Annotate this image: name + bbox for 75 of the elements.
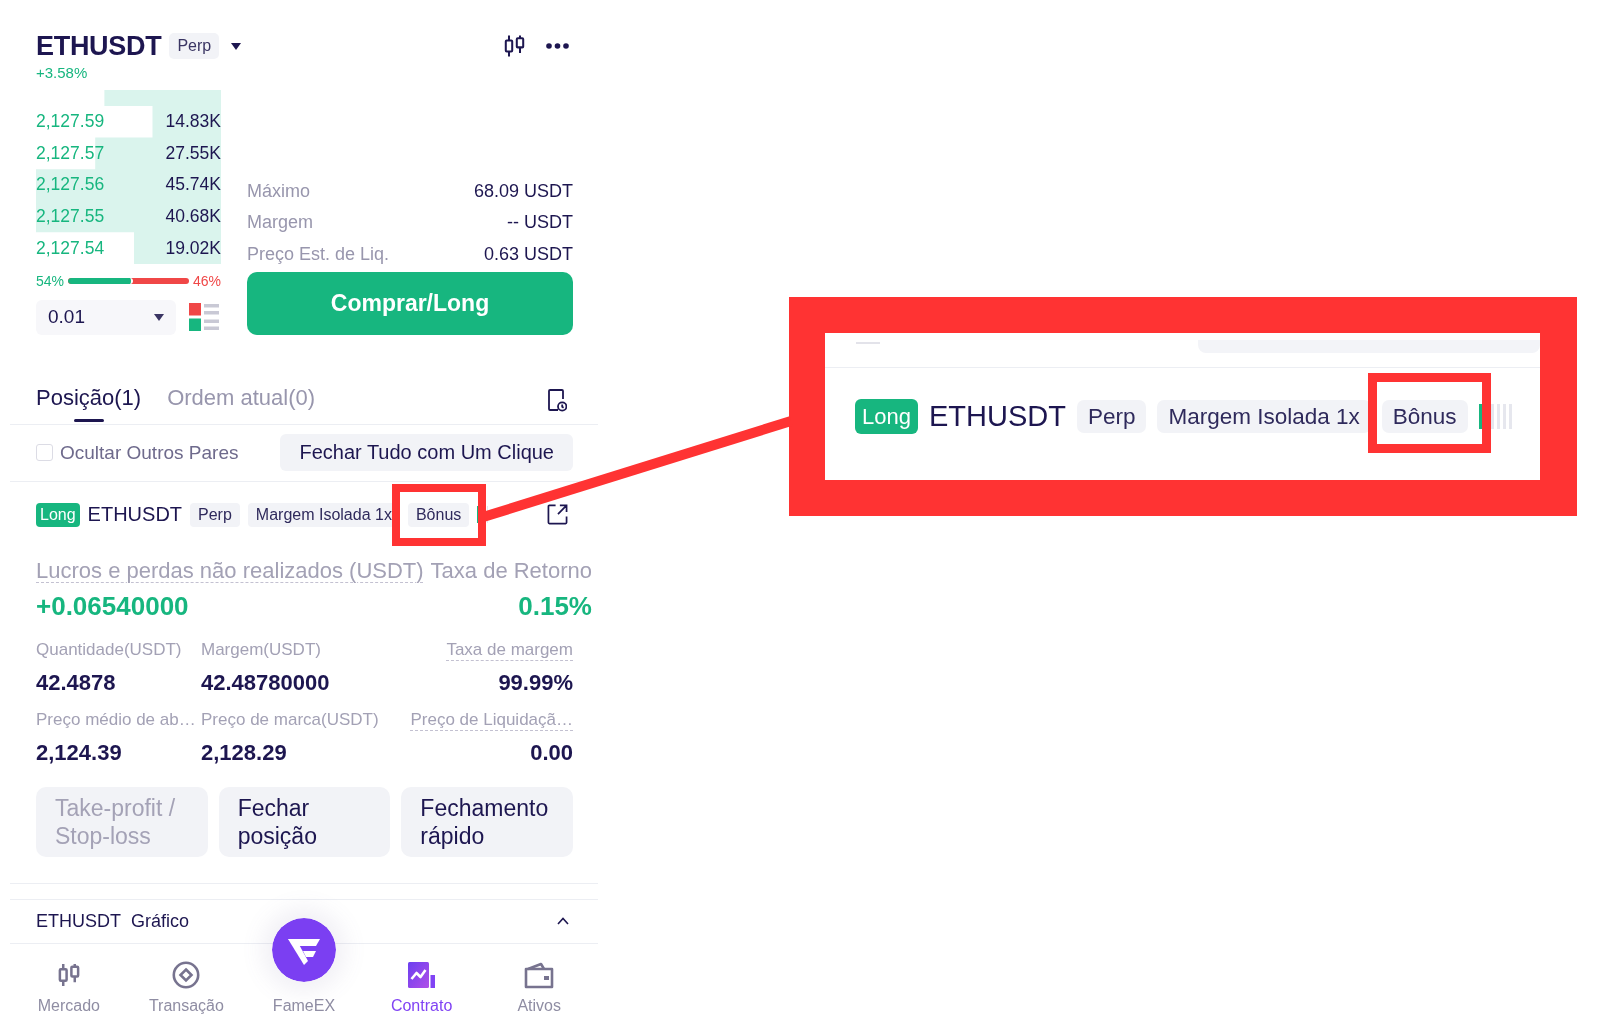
pnl-label: Taxa de Retorno — [430, 557, 592, 584]
position-tag: Perp — [1076, 400, 1147, 433]
candlestick-icon[interactable] — [502, 35, 527, 57]
bid-quantity: 45.74K — [165, 174, 221, 196]
symbol-title: ETHUSDT — [36, 30, 162, 63]
metric-label: Quantidade(USDT) — [36, 638, 182, 661]
checkbox-label: Ocultar Outros Pares — [60, 441, 239, 464]
level-bars-icon — [477, 506, 490, 524]
chart-tile-icon — [408, 960, 436, 989]
bid-quantity: 14.83K — [165, 111, 221, 133]
chevron-icon[interactable] — [557, 917, 569, 926]
metric-value: 2,128.29 — [201, 738, 287, 767]
nav-item[interactable]: Transação — [148, 943, 224, 1016]
metric-value: 2,124.39 — [36, 738, 122, 767]
info-value: 0.63 USDT — [483, 243, 573, 265]
buy-long-button[interactable]: Comprar/Long — [247, 271, 573, 335]
position-symbol: ETHUSDT — [87, 503, 183, 527]
metric-value: 99.99% — [498, 668, 573, 697]
position-tag: Margem Isolada 1x — [1157, 400, 1371, 433]
info-label: Margem — [247, 212, 313, 234]
precision-dropdown[interactable]: 0.01 — [36, 299, 176, 335]
wallet-icon — [524, 960, 555, 989]
nav-item[interactable]: Mercado — [37, 943, 100, 1016]
position-symbol: ETHUSDT — [928, 400, 1066, 433]
info-value: 68.09 USDT — [473, 180, 573, 202]
caret-icon — [154, 313, 164, 321]
bid-price: 2,127.59 — [36, 111, 105, 133]
tab[interactable]: Ordem atual(0) — [167, 379, 316, 424]
position-tag: Perp — [190, 502, 240, 527]
action-button[interactable]: Fechar posição — [218, 786, 391, 857]
buy-ratio: 54% — [36, 272, 65, 289]
tab[interactable]: Posição(1) — [36, 379, 142, 424]
bid-price: 2,127.55 — [36, 206, 105, 228]
metric-value: 42.48780000 — [201, 668, 330, 697]
metric-label: Margem(USDT) — [201, 638, 321, 661]
position-tag: Bônus — [1381, 400, 1468, 433]
close-all-button[interactable]: Fechar Tudo com Um Clique — [280, 434, 573, 472]
logo-icon — [272, 917, 336, 982]
contract-tag: Perp — [169, 33, 220, 59]
pnl-value: +0.06540000 — [36, 589, 189, 622]
info-label: Máximo — [247, 180, 310, 202]
document-clock-icon[interactable] — [547, 387, 567, 412]
metric-label: Preço de Liquidaçã… — [410, 708, 573, 731]
sell-ratio: 46% — [192, 272, 221, 289]
metric-value: 0.00 — [530, 738, 573, 767]
info-value: -- USDT — [507, 212, 573, 234]
metric-label: Preço de marca(USDT) — [201, 708, 379, 731]
checkbox[interactable] — [36, 444, 53, 462]
caret-icon[interactable] — [231, 42, 242, 50]
metric-value: 42.4878 — [36, 668, 116, 697]
bid-quantity: 27.55K — [165, 142, 221, 164]
bid-price: 2,127.57 — [36, 142, 105, 164]
price-change: +3.58% — [36, 64, 88, 82]
level-bars-icon — [1478, 404, 1515, 429]
more-icon[interactable] — [546, 43, 569, 49]
bid-price: 2,127.56 — [36, 174, 105, 196]
share-icon[interactable] — [547, 504, 568, 526]
pnl-value: 0.15% — [518, 589, 592, 622]
nav-item[interactable]: Contrato — [390, 943, 453, 1016]
book-layout-icon[interactable] — [189, 303, 219, 332]
position-tag: Bônus — [407, 502, 470, 527]
info-label: Preço Est. de Liq. — [247, 243, 390, 265]
metric-label: Taxa de margem — [446, 638, 573, 661]
side-badge: Long — [855, 399, 918, 434]
action-button[interactable]: Fechamento rápido — [401, 786, 573, 857]
nav-item[interactable]: Ativos — [517, 943, 561, 1016]
chart-label: Gráfico — [131, 910, 190, 932]
metric-label: Preço médio de ab… — [36, 708, 196, 731]
bid-quantity: 19.02K — [165, 237, 221, 259]
bid-price: 2,127.54 — [36, 237, 105, 259]
pnl-label: Lucros e perdas não realizados (USDT) — [36, 557, 424, 584]
nav-item[interactable]: FameEX — [272, 917, 336, 1016]
chart-symbol: ETHUSDT — [36, 910, 121, 932]
side-badge: Long — [36, 502, 80, 527]
bid-quantity: 40.68K — [165, 206, 221, 228]
